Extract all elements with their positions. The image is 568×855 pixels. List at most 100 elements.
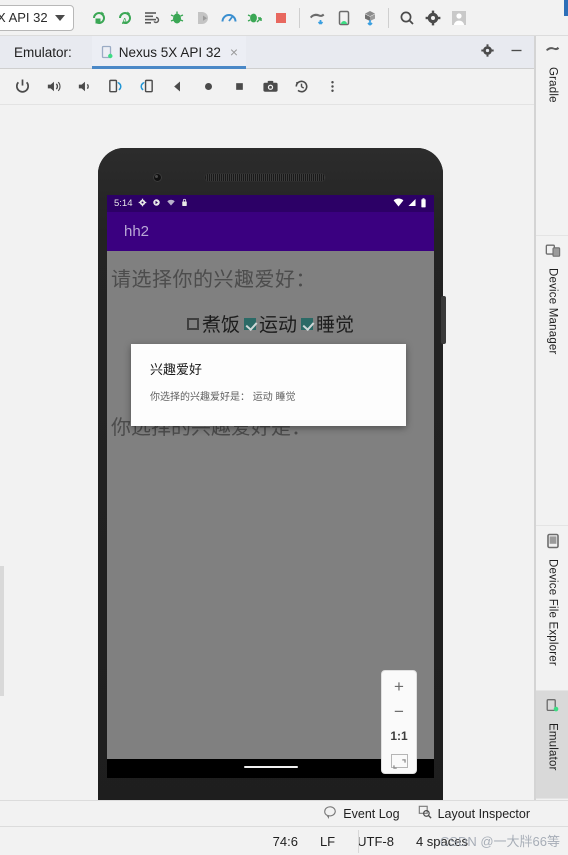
result-dialog[interactable]: 兴趣爱好 你选择的兴趣爱好是： 运动 睡觉: [131, 344, 406, 426]
debug-app-icon[interactable]: [242, 5, 268, 31]
play-store-icon: [152, 198, 161, 209]
emulator-header: Emulator: Nexus 5X API 32 ×: [0, 35, 534, 69]
volume-up-button[interactable]: [39, 73, 67, 101]
front-camera-icon: [153, 173, 162, 182]
close-icon[interactable]: ×: [230, 45, 238, 59]
layout-inspector-icon: [418, 805, 432, 822]
stop-icon[interactable]: [268, 5, 294, 31]
app-window: X API 32 A Emulator: Nexus 5X API 32 × 5…: [0, 0, 568, 855]
attach-debugger-icon: [190, 5, 216, 31]
svg-text:A: A: [122, 17, 128, 26]
app-bar: hh2: [107, 212, 434, 251]
settings-gear-icon[interactable]: [420, 5, 446, 31]
sidebar-item-device-file-explorer[interactable]: Device File Explorer: [536, 526, 568, 691]
zoom-in-button[interactable]: +: [382, 675, 416, 699]
avd-manager-icon[interactable]: [331, 5, 357, 31]
overview-button[interactable]: [225, 73, 253, 101]
power-button[interactable]: [8, 73, 36, 101]
device-selector[interactable]: X API 32: [0, 4, 74, 31]
sidebar-label: Emulator: [546, 723, 559, 771]
emulator-label: Emulator:: [14, 44, 72, 60]
dialog-message: 你选择的兴趣爱好是： 运动 睡觉: [150, 392, 296, 403]
status-divider: [358, 830, 359, 853]
tab-title: Nexus 5X API 32: [118, 44, 221, 60]
run-icon[interactable]: [86, 5, 112, 31]
emulator-icon: [545, 698, 561, 718]
actual-size-button[interactable]: 1:1: [382, 725, 416, 749]
checkbox-box-unchecked[interactable]: [186, 317, 199, 330]
wifi-icon: [393, 198, 404, 209]
zoom-out-button[interactable]: −: [382, 700, 416, 724]
account-avatar-icon[interactable]: [446, 5, 472, 31]
sdk-manager-icon[interactable]: [357, 5, 383, 31]
signal-icon: [407, 198, 417, 209]
settings-gear-icon: [138, 198, 147, 209]
emulator-settings-gear-icon[interactable]: [480, 43, 495, 63]
rotate-left-button[interactable]: [101, 73, 129, 101]
history-button[interactable]: [287, 73, 315, 101]
gradle-elephant-icon: [545, 43, 561, 62]
checkbox-box-checked[interactable]: [301, 317, 313, 330]
device-power-button[interactable]: [441, 296, 446, 344]
rerun-auto-icon[interactable]: A: [112, 5, 138, 31]
minimize-icon[interactable]: [509, 43, 524, 63]
gesture-pill[interactable]: [243, 766, 298, 768]
checkbox-cooking[interactable]: 煮饭: [186, 310, 240, 337]
file-encoding[interactable]: UTF-8: [357, 834, 394, 849]
sidebar-item-device-manager[interactable]: Device Manager: [536, 236, 568, 526]
stage-scrollbar[interactable]: [0, 566, 4, 696]
device-file-explorer-icon: [546, 533, 560, 554]
right-tool-strip: Gradle Device Manager Device File Explor…: [535, 36, 568, 801]
device-selector-label: X API 32: [0, 10, 48, 25]
tab-nexus-5x-api-32[interactable]: Nexus 5X API 32 ×: [91, 35, 247, 69]
profiler-icon[interactable]: [216, 5, 242, 31]
bottom-item-event-log[interactable]: Event Log: [323, 805, 400, 822]
ide-toolbar: X API 32 A: [0, 0, 568, 36]
device-manager-icon: [545, 243, 561, 263]
emulator-controls-toolbar: [0, 69, 534, 105]
more-options-button[interactable]: [318, 73, 346, 101]
earpiece-speaker: [204, 173, 326, 182]
volume-down-button[interactable]: [70, 73, 98, 101]
screenshot-button[interactable]: [256, 73, 284, 101]
device-tab-icon: [101, 45, 113, 59]
sidebar-label: Gradle: [546, 67, 559, 103]
window-resize-handle: [564, 0, 568, 16]
checkbox-sleeping[interactable]: 睡觉: [301, 310, 354, 337]
emulator-tool-window: Emulator: Nexus 5X API 32 × 5:14 hh2 请选择…: [0, 35, 535, 801]
fit-to-screen-button[interactable]: [382, 749, 416, 773]
line-separator[interactable]: LF: [320, 834, 335, 849]
caret-position[interactable]: 74:6: [273, 834, 298, 849]
debug-icon[interactable]: [164, 5, 190, 31]
indent-setting[interactable]: 4 spaces: [416, 834, 468, 849]
android-status-bar: 5:14: [107, 195, 434, 212]
gradle-sync-icon[interactable]: [305, 5, 331, 31]
bottom-item-layout-inspector[interactable]: Layout Inspector: [418, 805, 530, 822]
bottom-item-label: Event Log: [343, 806, 400, 821]
sidebar-item-gradle[interactable]: Gradle: [536, 36, 568, 236]
prompt-select-hobbies: 请选择你的兴趣爱好：: [111, 269, 316, 291]
checkbox-sports[interactable]: 运动: [243, 310, 297, 337]
status-time: 5:14: [114, 198, 133, 209]
sidebar-label: Device Manager: [546, 268, 559, 355]
ide-status-bar: 74:6 LF UTF-8 4 spaces CSDN @一大牉66等: [0, 826, 568, 855]
event-log-icon: [323, 805, 337, 822]
checkbox-label: 睡觉: [316, 315, 355, 336]
search-icon[interactable]: [394, 5, 420, 31]
checkbox-group: 煮饭 运动 睡觉: [107, 310, 434, 337]
chevron-down-icon: [54, 14, 65, 21]
zoom-controls-panel: + − 1:1: [381, 670, 417, 774]
sidebar-item-emulator[interactable]: Emulator: [536, 691, 568, 799]
apply-changes-icon[interactable]: [138, 5, 164, 31]
emulator-stage: 5:14 hh2 请选择你的兴趣爱好： 煮饭 运动 睡觉 你选择的兴趣爱好是： …: [0, 106, 534, 801]
dialog-title: 兴趣爱好: [150, 362, 203, 377]
bottom-item-label: Layout Inspector: [437, 806, 530, 821]
back-button[interactable]: [163, 73, 191, 101]
rotate-right-button[interactable]: [132, 73, 160, 101]
lock-icon: [181, 198, 188, 209]
battery-icon: [420, 197, 427, 210]
checkbox-label: 煮饭: [201, 315, 240, 336]
bottom-tool-bar: Event Log Layout Inspector: [0, 800, 568, 826]
checkbox-box-checked[interactable]: [243, 317, 256, 330]
home-button[interactable]: [194, 73, 222, 101]
